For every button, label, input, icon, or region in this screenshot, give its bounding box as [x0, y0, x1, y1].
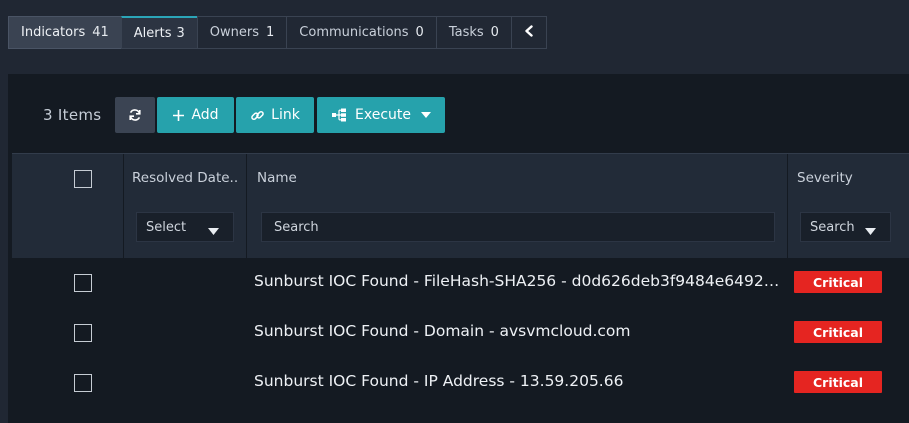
- tab-owners[interactable]: Owners 1: [196, 16, 288, 49]
- execute-button[interactable]: Execute: [317, 97, 445, 133]
- tab-label: Indicators: [21, 25, 86, 40]
- tab-indicators[interactable]: Indicators 41: [8, 16, 122, 49]
- severity-filter-select[interactable]: Search: [800, 212, 891, 242]
- table-row[interactable]: Sunburst IOC Found - Domain - avsvmcloud…: [12, 308, 909, 358]
- tab-count: 3: [176, 25, 185, 41]
- tab-bar: Indicators 41 Alerts 3 Owners 1 Communic…: [8, 16, 547, 49]
- tab-count: 1: [266, 25, 275, 40]
- resolved-date-filter-select[interactable]: Select: [136, 212, 234, 242]
- severity-badge: Critical: [794, 371, 882, 393]
- column-header-resolved-date[interactable]: Resolved Date..: [132, 170, 238, 186]
- table-header: Resolved Date.. Name Severity Select Sea…: [12, 153, 909, 259]
- items-count: 3 Items: [43, 106, 102, 124]
- toolbar: 3 Items Add Link Execute: [8, 97, 909, 133]
- alert-name-link[interactable]: Sunburst IOC Found - Domain - avsvmcloud…: [254, 322, 786, 340]
- workflow-icon: [331, 108, 347, 122]
- column-divider: [246, 154, 247, 259]
- filter-placeholder: Search: [274, 219, 319, 235]
- filter-value: Select: [146, 219, 187, 235]
- row-checkbox[interactable]: [74, 374, 92, 392]
- tab-count: 0: [415, 25, 424, 40]
- name-search-input[interactable]: Search: [261, 212, 775, 242]
- severity-badge: Critical: [794, 271, 882, 293]
- link-icon: [250, 108, 265, 123]
- column-divider: [787, 154, 788, 259]
- alerts-panel: 3 Items Add Link Execute Resolved Date..…: [8, 74, 909, 423]
- row-checkbox[interactable]: [74, 274, 92, 292]
- link-button[interactable]: Link: [236, 97, 314, 133]
- tab-count: 0: [490, 25, 499, 40]
- link-label: Link: [271, 107, 300, 123]
- caret-down-icon: [865, 224, 876, 239]
- add-button[interactable]: Add: [157, 97, 234, 133]
- table-row[interactable]: Sunburst IOC Found - IP Address - 13.59.…: [12, 358, 909, 408]
- column-header-severity[interactable]: Severity: [797, 170, 853, 186]
- alert-name-link[interactable]: Sunburst IOC Found - IP Address - 13.59.…: [254, 372, 786, 390]
- tab-label: Owners: [209, 25, 260, 40]
- table-row[interactable]: Sunburst IOC Found - FileHash-SHA256 - d…: [12, 258, 909, 308]
- filter-value: Search: [810, 219, 855, 235]
- chevron-left-icon: [523, 24, 535, 41]
- caret-down-icon: [421, 112, 431, 118]
- execute-label: Execute: [355, 107, 411, 123]
- tab-label: Tasks: [448, 25, 484, 40]
- tab-label: Communications: [299, 25, 409, 40]
- caret-down-icon: [208, 224, 219, 239]
- tab-alerts[interactable]: Alerts 3: [120, 16, 198, 49]
- column-header-name[interactable]: Name: [257, 170, 297, 186]
- tab-count: 41: [92, 25, 109, 40]
- collapse-tabs-button[interactable]: [510, 16, 547, 49]
- severity-badge: Critical: [794, 321, 882, 343]
- refresh-icon: [128, 108, 142, 122]
- table-body: Sunburst IOC Found - FileHash-SHA256 - d…: [12, 258, 909, 408]
- tab-communications[interactable]: Communications 0: [286, 16, 437, 49]
- tab-label: Alerts: [133, 25, 172, 41]
- select-all-checkbox[interactable]: [74, 170, 92, 188]
- add-label: Add: [191, 107, 219, 123]
- alert-name-link[interactable]: Sunburst IOC Found - FileHash-SHA256 - d…: [254, 272, 786, 290]
- refresh-button[interactable]: [115, 97, 155, 133]
- row-checkbox[interactable]: [74, 324, 92, 342]
- plus-icon: [172, 109, 185, 122]
- tab-tasks[interactable]: Tasks 0: [435, 16, 512, 49]
- column-divider: [123, 154, 124, 259]
